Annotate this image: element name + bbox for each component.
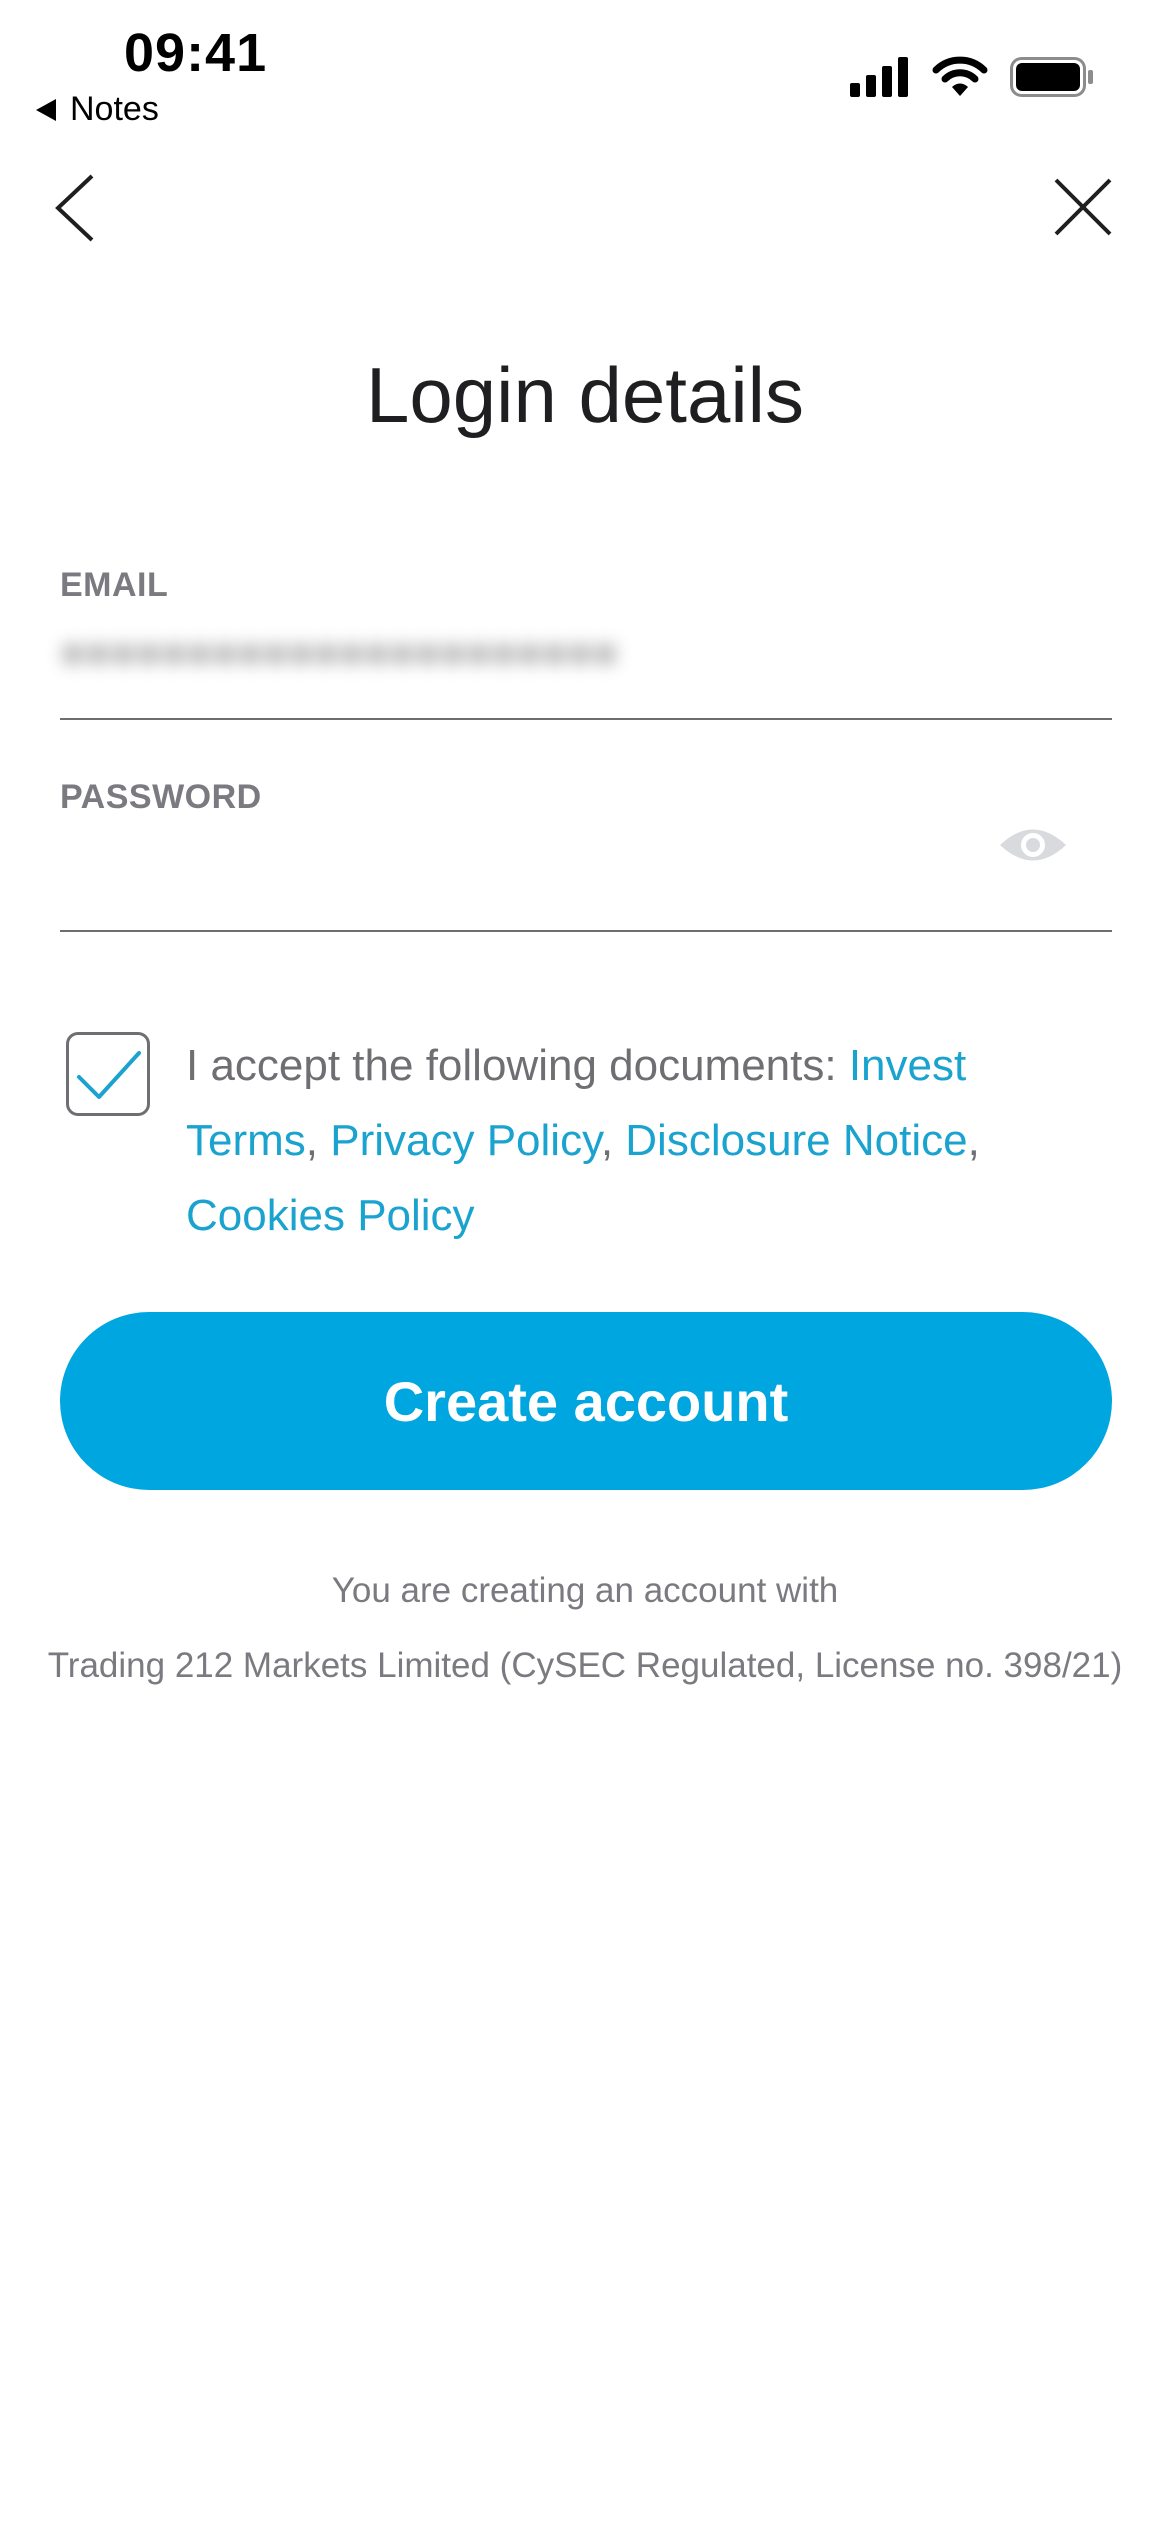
email-label: EMAIL <box>60 566 169 604</box>
terms-separator: , <box>967 1116 980 1165</box>
close-icon[interactable] <box>1052 176 1114 238</box>
footnote-line-2: Trading 212 Markets Limited (CySEC Regul… <box>47 1646 1123 1685</box>
disclosure-notice-link[interactable]: Disclosure Notice <box>625 1116 967 1165</box>
terms-text: I accept the following documents: Invest… <box>186 1028 1086 1253</box>
status-icons <box>850 56 1094 98</box>
email-underline <box>60 718 1112 720</box>
back-to-app-label: Notes <box>70 90 159 128</box>
screen: 09:41 Notes Login details EMAIL ●●●●●●●●… <box>0 0 1170 2532</box>
password-label: PASSWORD <box>60 778 262 816</box>
terms-checkbox[interactable] <box>66 1032 150 1116</box>
cellular-signal-icon <box>850 57 908 97</box>
eye-icon[interactable] <box>998 822 1068 868</box>
status-time: 09:41 <box>124 23 268 83</box>
account-entity-note: You are creating an account with Trading… <box>40 1553 1130 1703</box>
footnote-line-1: You are creating an account with <box>331 1571 839 1610</box>
privacy-policy-link[interactable]: Privacy Policy <box>330 1116 601 1165</box>
page-title: Login details <box>366 351 804 439</box>
terms-prefix: I accept the following documents: <box>186 1041 849 1090</box>
email-field[interactable]: ●●●●●●●●●●●●●●●●●●●●●● <box>60 628 618 676</box>
wifi-icon <box>932 56 988 96</box>
checkmark-icon <box>77 1051 141 1099</box>
terms-separator: , <box>305 1116 331 1165</box>
terms-separator: , <box>600 1116 626 1165</box>
create-account-button[interactable]: Create account <box>60 1312 1112 1490</box>
cookies-policy-link[interactable]: Cookies Policy <box>186 1191 475 1240</box>
password-underline <box>60 930 1112 932</box>
password-field[interactable] <box>60 820 960 892</box>
chevron-left-icon[interactable] <box>52 170 102 246</box>
back-to-app-link[interactable]: Notes <box>36 90 159 129</box>
battery-icon <box>1010 57 1093 97</box>
back-triangle-icon <box>36 98 56 121</box>
